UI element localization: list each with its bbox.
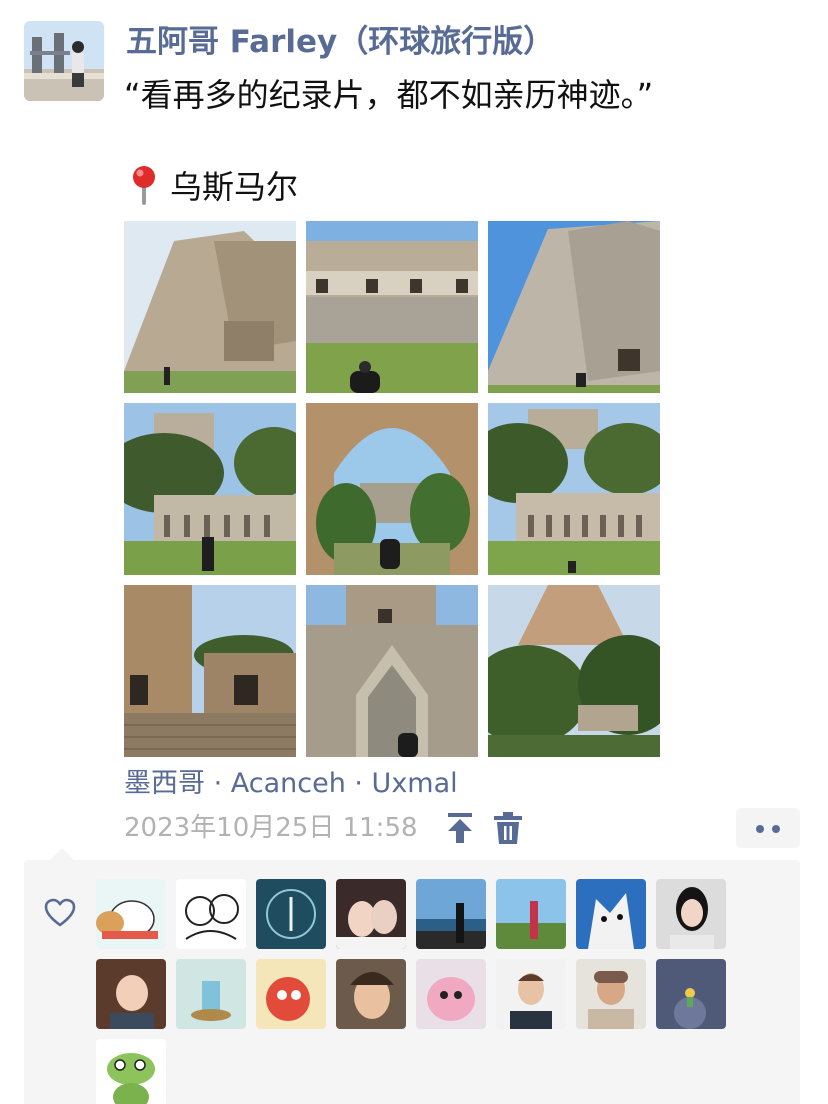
photo-carved-building-corner[interactable]	[124, 585, 296, 757]
photo-uxmal-pyramid-side[interactable]	[124, 221, 296, 393]
red-pin-icon	[126, 163, 162, 207]
photo-stone-arch-view[interactable]	[306, 403, 478, 575]
liker-avatar[interactable]	[176, 959, 246, 1029]
photo-long-colonnade-building-2[interactable]	[488, 403, 660, 575]
pin-to-top-icon[interactable]	[446, 813, 474, 843]
liker-avatar[interactable]	[176, 879, 246, 949]
more-dots-icon[interactable]	[736, 808, 800, 848]
liker-avatar[interactable]	[576, 879, 646, 949]
liker-avatar[interactable]	[96, 1039, 166, 1104]
photo-magician-pyramid-stairs[interactable]	[488, 221, 660, 393]
heart-outline-icon	[44, 898, 76, 928]
photo-pyramid-over-trees[interactable]	[488, 585, 660, 757]
place-tag[interactable]: 墨西哥 · Acanceh · Uxmal	[124, 764, 458, 804]
liker-avatar[interactable]	[96, 959, 166, 1029]
liker-avatar[interactable]	[96, 879, 166, 949]
location-line: 乌斯马尔	[126, 163, 298, 207]
post-text: “看再多的纪录片，都不如亲历神迹。”	[124, 76, 654, 114]
photo-long-colonnade-building[interactable]	[124, 403, 296, 575]
location-label: 乌斯马尔	[170, 168, 299, 206]
photo-nunnery-quadrangle-facade[interactable]	[306, 221, 478, 393]
liker-avatar[interactable]	[416, 879, 486, 949]
avatar[interactable]	[24, 21, 104, 101]
photo-corbel-arch-gateway[interactable]	[306, 585, 478, 757]
liker-avatar[interactable]	[656, 959, 726, 1029]
liker-avatar[interactable]	[496, 879, 566, 949]
author-name[interactable]: 五阿哥 Farley（环球旅行版）	[126, 22, 554, 62]
liker-avatar[interactable]	[656, 879, 726, 949]
liker-avatar[interactable]	[256, 879, 326, 949]
trash-icon[interactable]	[494, 812, 522, 844]
timestamp: 2023年10月25日 11:58	[124, 813, 418, 843]
liker-avatar[interactable]	[416, 959, 486, 1029]
liker-avatar[interactable]	[336, 879, 406, 949]
liker-avatar[interactable]	[336, 959, 406, 1029]
liker-avatar[interactable]	[576, 959, 646, 1029]
liker-avatar[interactable]	[256, 959, 326, 1029]
liker-avatar[interactable]	[496, 959, 566, 1029]
photo-grid	[124, 221, 660, 757]
